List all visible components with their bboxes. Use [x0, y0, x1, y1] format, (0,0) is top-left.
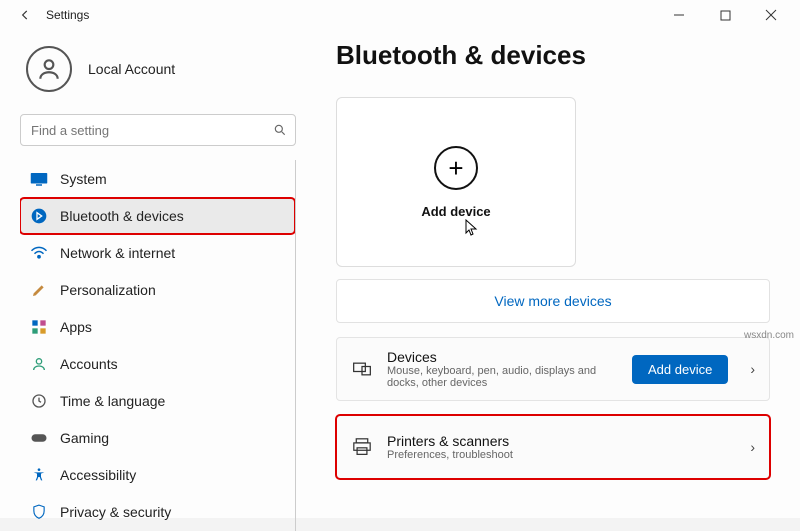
nav-gaming[interactable]: Gaming [20, 420, 295, 456]
system-icon [30, 170, 48, 188]
back-button[interactable] [12, 2, 38, 28]
chevron-right-icon: › [742, 361, 755, 377]
main-panel: Bluetooth & devices + Add device View mo… [310, 30, 800, 531]
wifi-icon [30, 244, 48, 262]
nav-label: Personalization [60, 282, 156, 298]
watermark: wsxdn.com [744, 330, 794, 341]
accessibility-icon [30, 466, 48, 484]
nav-list: System Bluetooth & devices Network & int… [20, 160, 296, 531]
add-device-button[interactable]: Add device [632, 355, 728, 384]
nav-accessibility[interactable]: Accessibility [20, 457, 295, 493]
person-icon [30, 355, 48, 373]
nav-time-language[interactable]: Time & language [20, 383, 295, 419]
clock-icon [30, 392, 48, 410]
nav-label: Accessibility [60, 467, 136, 483]
nav-label: System [60, 171, 107, 187]
bluetooth-icon [30, 207, 48, 225]
nav-label: Network & internet [60, 245, 175, 261]
printers-title: Printers & scanners [387, 433, 728, 449]
nav-label: Accounts [60, 356, 118, 372]
nav-apps[interactable]: Apps [20, 309, 295, 345]
gaming-icon [30, 429, 48, 447]
search-input[interactable] [29, 122, 273, 139]
view-more-label: View more devices [494, 293, 611, 309]
nav-system[interactable]: System [20, 161, 295, 197]
close-button[interactable] [748, 0, 794, 30]
add-device-label: Add device [421, 204, 490, 219]
cursor-icon [465, 219, 479, 242]
nav-label: Gaming [60, 430, 109, 446]
printers-subtitle: Preferences, troubleshoot [387, 449, 728, 461]
nav-bluetooth-devices[interactable]: Bluetooth & devices [20, 198, 295, 234]
devices-subtitle: Mouse, keyboard, pen, audio, displays an… [387, 365, 618, 389]
nav-personalization[interactable]: Personalization [20, 272, 295, 308]
account-name: Local Account [88, 61, 175, 77]
nav-label: Time & language [60, 393, 165, 409]
brush-icon [30, 281, 48, 299]
printer-icon [351, 436, 373, 458]
account-block[interactable]: Local Account [20, 38, 310, 110]
search-box[interactable] [20, 114, 296, 146]
maximize-button[interactable] [702, 0, 748, 30]
view-more-devices[interactable]: View more devices [336, 279, 770, 323]
nav-network[interactable]: Network & internet [20, 235, 295, 271]
devices-title: Devices [387, 349, 618, 365]
devices-row[interactable]: Devices Mouse, keyboard, pen, audio, dis… [336, 337, 770, 401]
settings-window: Settings Local Account System [0, 0, 800, 518]
minimize-button[interactable] [656, 0, 702, 30]
page-title: Bluetooth & devices [336, 40, 770, 71]
nav-accounts[interactable]: Accounts [20, 346, 295, 382]
titlebar: Settings [0, 0, 800, 30]
sidebar: Local Account System Bluetooth & devices… [0, 30, 310, 531]
window-title: Settings [46, 8, 89, 22]
shield-icon [30, 503, 48, 521]
nav-label: Apps [60, 319, 92, 335]
plus-icon: + [434, 146, 478, 190]
nav-label: Bluetooth & devices [60, 208, 184, 224]
search-icon [273, 123, 287, 137]
apps-icon [30, 318, 48, 336]
add-device-card[interactable]: + Add device [336, 97, 576, 267]
devices-icon [351, 358, 373, 380]
chevron-right-icon: › [742, 439, 755, 455]
nav-privacy-security[interactable]: Privacy & security [20, 494, 295, 530]
avatar-icon [26, 46, 72, 92]
printers-scanners-row[interactable]: Printers & scanners Preferences, trouble… [336, 415, 770, 479]
